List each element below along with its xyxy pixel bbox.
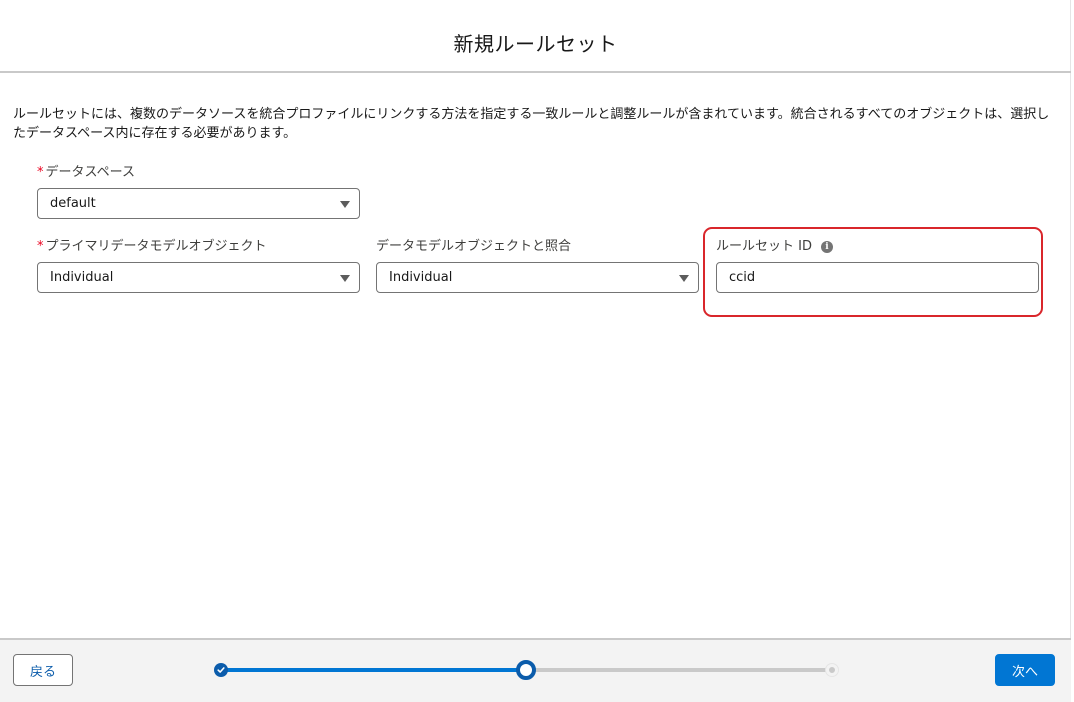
- ruleset-id-field: ルールセット ID i ccid: [716, 238, 1039, 293]
- data-space-value: default: [50, 196, 96, 211]
- primary-dmo-label: * プライマリデータモデルオブジェクト: [37, 238, 360, 256]
- required-indicator: *: [37, 165, 44, 180]
- description-text: ルールセットには、複数のデータソースを統合プロファイルにリンクする方法を指定する…: [13, 107, 1050, 141]
- progress-indicator: [210, 660, 842, 680]
- next-button[interactable]: 次へ: [995, 654, 1055, 686]
- back-button[interactable]: 戻る: [13, 654, 73, 686]
- chevron-down-icon: [679, 275, 689, 282]
- dmo-match-value: Individual: [389, 270, 453, 285]
- modal-footer: 戻る 次へ: [0, 638, 1071, 702]
- progress-step-3[interactable]: [826, 664, 838, 676]
- modal-title: 新規ルールセット: [453, 32, 618, 56]
- progress-step-1[interactable]: [214, 663, 228, 677]
- data-space-label-text: データスペース: [45, 165, 135, 180]
- dmo-match-field: データモデルオブジェクトと照合 Individual: [376, 238, 699, 293]
- chevron-down-icon: [340, 201, 350, 208]
- primary-dmo-field: * プライマリデータモデルオブジェクト Individual: [37, 238, 360, 293]
- new-ruleset-modal: 新規ルールセット ルールセットには、複数のデータソースを統合プロファイルにリンク…: [0, 0, 1071, 702]
- progress-fill: [220, 668, 526, 672]
- primary-dmo-value: Individual: [50, 270, 114, 285]
- primary-dmo-label-text: プライマリデータモデルオブジェクト: [45, 239, 267, 254]
- data-space-select[interactable]: default: [37, 188, 360, 219]
- dmo-match-label-text: データモデルオブジェクトと照合: [376, 239, 572, 254]
- primary-dmo-select[interactable]: Individual: [37, 262, 360, 293]
- check-icon: [217, 667, 225, 673]
- ruleset-id-label: ルールセット ID i: [716, 238, 1039, 256]
- progress-step-2[interactable]: [516, 660, 536, 680]
- data-space-label: * データスペース: [37, 164, 360, 182]
- chevron-down-icon: [340, 275, 350, 282]
- ruleset-id-label-text: ルールセット ID: [716, 239, 812, 254]
- dmo-match-label: データモデルオブジェクトと照合: [376, 238, 699, 256]
- data-space-field: * データスペース default: [37, 164, 360, 219]
- modal-header: 新規ルールセット: [0, 0, 1071, 73]
- info-icon[interactable]: i: [820, 241, 833, 253]
- ruleset-id-input[interactable]: ccid: [716, 262, 1039, 293]
- ruleset-id-value: ccid: [729, 270, 756, 285]
- required-indicator: *: [37, 239, 44, 254]
- dmo-match-select[interactable]: Individual: [376, 262, 699, 293]
